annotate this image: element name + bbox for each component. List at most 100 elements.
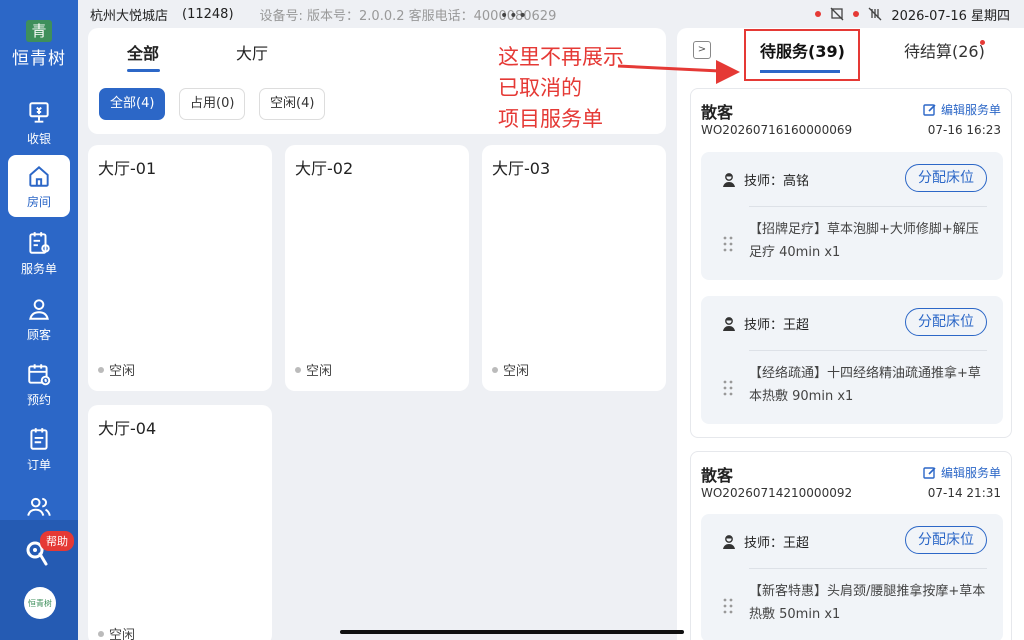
order-time: 07-14 21:31 bbox=[927, 486, 1001, 500]
sidebar-item-label: 房间 bbox=[26, 194, 51, 209]
status-dot bbox=[98, 366, 104, 373]
more-dots-icon[interactable]: ••• bbox=[500, 8, 528, 24]
service-description: 【招牌足疗】草本泡脚+大师修脚+解压足疗 40min x1 bbox=[749, 222, 979, 260]
room-card[interactable]: 大厅-04 空闲 bbox=[88, 405, 272, 640]
help-badge[interactable]: 帮助 bbox=[40, 531, 74, 551]
service-item: 技师：王超 分配床位 【经络疏通】十四经络精油疏通推拿+草本热敷 90min x… bbox=[701, 296, 1003, 424]
drag-handle-icon[interactable] bbox=[723, 598, 733, 614]
room-status: 空闲 bbox=[295, 360, 332, 379]
alert-dot bbox=[853, 11, 860, 17]
divider bbox=[749, 568, 987, 569]
order-number: WO20260716160000069 bbox=[701, 123, 853, 137]
cashier-icon bbox=[29, 101, 49, 123]
assign-bed-button[interactable]: 分配床位 bbox=[905, 164, 987, 192]
technician-icon bbox=[723, 316, 735, 331]
divider bbox=[749, 206, 987, 207]
order-number: WO20260714210000092 bbox=[701, 486, 853, 500]
bottom-brand-logo: 恒青树 bbox=[24, 587, 56, 619]
service-order-card: 散客 编辑服务单 WO20260716160000069 07-16 16:23… bbox=[690, 88, 1012, 438]
status-dot bbox=[295, 366, 301, 373]
sidebar-item-service-orders[interactable]: 服务单 bbox=[8, 222, 70, 284]
scanner-off-icon bbox=[868, 7, 882, 21]
status-bar: 杭州大悦城店 (11248) 设备号: 版本号：2.0.0.2 客服电话：400… bbox=[78, 0, 1024, 28]
annotation-line: 项目服务单 bbox=[498, 107, 603, 131]
sidebar-item-rooms[interactable]: 房间 bbox=[8, 155, 70, 217]
logo-name: 恒青树 bbox=[12, 49, 66, 69]
printer-off-icon bbox=[830, 7, 844, 21]
assign-bed-button[interactable]: 分配床位 bbox=[905, 308, 987, 336]
tab-pending-settlement[interactable]: 待结算(26) bbox=[904, 38, 985, 62]
room-name: 大厅-01 bbox=[98, 159, 157, 178]
edit-order-label: 编辑服务单 bbox=[940, 103, 1001, 117]
room-name: 大厅-04 bbox=[98, 419, 157, 438]
order-icon bbox=[30, 427, 48, 450]
tab-hall[interactable]: 大厅 bbox=[236, 40, 268, 64]
edit-order-label: 编辑服务单 bbox=[940, 466, 1001, 480]
room-name: 大厅-03 bbox=[492, 159, 551, 178]
service-description: 【新客特惠】头肩颈/腰腿推拿按摩+草本热敷 50min x1 bbox=[749, 584, 986, 622]
service-item: 技师：高铭 分配床位 【招牌足疗】草本泡脚+大师修脚+解压足疗 40min x1 bbox=[701, 152, 1003, 280]
service-description: 【经络疏通】十四经络精油疏通推拿+草本热敷 90min x1 bbox=[749, 366, 981, 404]
room-card[interactable]: 大厅-03 空闲 bbox=[482, 145, 666, 391]
edit-icon bbox=[923, 103, 936, 116]
drag-handle-icon[interactable] bbox=[723, 236, 733, 252]
sidebar-item-cashier[interactable]: 收银 bbox=[8, 92, 70, 154]
technician-icon bbox=[723, 534, 735, 549]
tab-all[interactable]: 全部 bbox=[127, 40, 159, 64]
status-dot bbox=[98, 630, 104, 637]
logo-mark: 青 bbox=[26, 20, 52, 42]
room-card[interactable]: 大厅-01 空闲 bbox=[88, 145, 272, 391]
alert-dot bbox=[815, 11, 822, 17]
filter-free-chip[interactable]: 空闲(4) bbox=[259, 88, 326, 120]
drag-handle-icon[interactable] bbox=[723, 380, 733, 396]
tab-indicator bbox=[127, 69, 160, 72]
store-id: (11248) bbox=[182, 6, 234, 22]
notification-dot bbox=[980, 40, 985, 45]
sidebar-item-label: 订单 bbox=[26, 457, 51, 472]
room-card[interactable]: 大厅-02 空闲 bbox=[285, 145, 469, 391]
sidebar-item-customers[interactable]: 顾客 bbox=[8, 288, 70, 350]
sidebar-item-label: 预约 bbox=[26, 392, 51, 407]
technician-icon bbox=[723, 172, 735, 187]
room-status-text: 空闲 bbox=[503, 364, 530, 379]
customer-type: 散客 bbox=[701, 103, 734, 122]
service-order-card: 散客 编辑服务单 WO20260714210000092 07-14 21:31… bbox=[690, 451, 1012, 640]
room-status-text: 空闲 bbox=[306, 364, 333, 379]
status-dot bbox=[492, 366, 498, 373]
room-status-text: 空闲 bbox=[109, 364, 136, 379]
status-right: 2026-07-16 星期四 bbox=[815, 5, 1010, 24]
filter-all-chip[interactable]: 全部(4) bbox=[99, 88, 166, 120]
service-item: 技师：王超 分配床位 【新客特惠】头肩颈/腰腿推拿按摩+草本热敷 50min x… bbox=[701, 514, 1003, 640]
sidebar-item-label: 顾客 bbox=[26, 327, 51, 342]
room-status: 空闲 bbox=[492, 360, 529, 379]
sidebar-item-orders[interactable]: 订单 bbox=[8, 418, 70, 480]
assign-bed-button[interactable]: 分配床位 bbox=[905, 526, 987, 554]
edit-order-button[interactable]: 编辑服务单 bbox=[923, 464, 1001, 481]
divider bbox=[749, 350, 987, 351]
datetime: 2026-07-16 星期四 bbox=[891, 8, 1010, 24]
edit-order-button[interactable]: 编辑服务单 bbox=[923, 101, 1001, 118]
room-status: 空闲 bbox=[98, 624, 135, 640]
room-status: 空闲 bbox=[98, 360, 135, 379]
order-time: 07-16 16:23 bbox=[927, 123, 1001, 137]
technician-name: 技师：王超 bbox=[744, 318, 810, 333]
annotation-highlight-box bbox=[744, 29, 860, 81]
room-name: 大厅-02 bbox=[295, 159, 354, 178]
room-status-text: 空闲 bbox=[109, 628, 136, 640]
sidebar-item-label: 收银 bbox=[26, 131, 51, 146]
home-indicator[interactable] bbox=[340, 630, 684, 634]
home-icon bbox=[29, 165, 49, 187]
service-order-icon bbox=[29, 231, 50, 254]
annotation-line: 这里不再展示 bbox=[498, 45, 624, 69]
annotation-arrow-icon bbox=[617, 60, 740, 84]
annotation-line: 已取消的 bbox=[498, 76, 582, 100]
brand-logo: 青 恒青树 bbox=[8, 20, 70, 69]
technician: 技师：高铭 bbox=[721, 170, 809, 189]
calendar-icon bbox=[28, 363, 51, 385]
sidebar-item-appointments[interactable]: 预约 bbox=[8, 353, 70, 415]
edit-icon bbox=[923, 466, 936, 479]
technician-name: 技师：高铭 bbox=[744, 174, 810, 189]
filter-occupied-chip[interactable]: 占用(0) bbox=[179, 88, 246, 120]
customer-type: 散客 bbox=[701, 466, 734, 485]
technician: 技师：王超 bbox=[721, 532, 809, 551]
